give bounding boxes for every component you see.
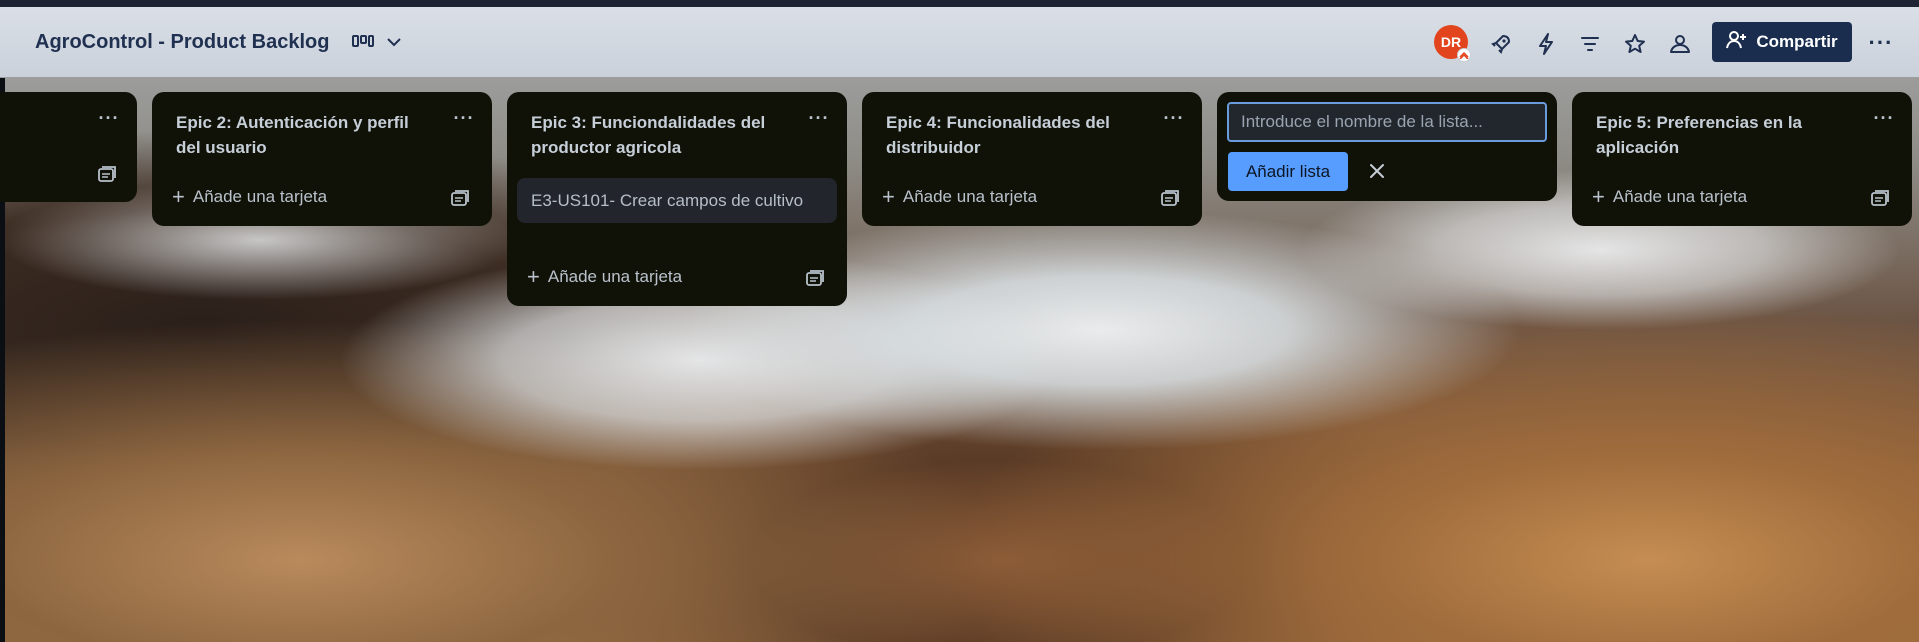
card-template-icon[interactable]: [805, 268, 825, 288]
card-template-icon[interactable]: [1870, 188, 1890, 208]
close-icon[interactable]: [1362, 156, 1392, 186]
window-top-bar: [0, 0, 1919, 7]
admin-badge-icon: [1457, 48, 1471, 62]
workspace-visibility-icon[interactable]: [1667, 31, 1693, 57]
lightning-icon[interactable]: [1533, 31, 1559, 57]
card-template-icon[interactable]: [97, 164, 117, 184]
add-card-label: Añade una tarjeta: [1612, 187, 1748, 206]
list-name-input[interactable]: [1227, 102, 1547, 142]
add-card-label: Añade una tarjeta: [192, 187, 328, 206]
chevron-down-icon[interactable]: [386, 35, 402, 53]
card-template-icon[interactable]: [450, 188, 470, 208]
board-title[interactable]: AgroControl - Product Backlog: [35, 31, 329, 54]
list-menu-button[interactable]: ···: [452, 108, 476, 128]
card-template-icon[interactable]: [1160, 188, 1180, 208]
star-icon[interactable]: [1622, 31, 1648, 57]
board-header: AgroControl - Product Backlog DR Compart…: [0, 7, 1919, 77]
add-card-button[interactable]: + Añade una tarjeta: [882, 182, 1037, 212]
add-card-button[interactable]: + Añade una tarjeta: [1592, 182, 1747, 212]
list-menu-button[interactable]: ···: [807, 108, 831, 128]
rocket-icon[interactable]: [1488, 31, 1514, 57]
card[interactable]: E3-US101- Crear campos de cultivo: [517, 178, 837, 223]
add-card-button[interactable]: + Añade una tarjeta: [527, 262, 682, 292]
add-card-button[interactable]: + Añade una tarjeta: [172, 182, 327, 212]
plus-icon: +: [882, 184, 895, 209]
list-epic-4: Epic 4: Funcionalidades del distribuidor…: [862, 92, 1202, 226]
list-title[interactable]: Epic 3: Funciondalidades del productor a…: [531, 110, 781, 160]
add-user-icon: [1726, 30, 1748, 55]
plus-icon: +: [1592, 184, 1605, 209]
list-menu-button[interactable]: ···: [1872, 108, 1896, 128]
list-epic-2: Epic 2: Autenticación y perfil del usuar…: [152, 92, 492, 226]
board-menu-button[interactable]: ···: [1866, 30, 1896, 55]
share-button-label: Compartir: [1756, 32, 1838, 51]
share-button[interactable]: Compartir: [1712, 22, 1852, 62]
list-title[interactable]: Epic 4: Funcionalidades del distribuidor: [886, 110, 1136, 160]
add-card-label: Añade una tarjeta: [547, 267, 683, 286]
list-title[interactable]: Epic 5: Preferencias en la aplicación: [1596, 110, 1846, 160]
avatar-initials: DR: [1440, 34, 1462, 50]
list-epic-1: ···: [0, 92, 137, 202]
list-menu-button[interactable]: ···: [1162, 108, 1186, 128]
list-epic-5: Epic 5: Preferencias en la aplicación ··…: [1572, 92, 1912, 226]
list-epic-3: Epic 3: Funciondalidades del productor a…: [507, 92, 847, 306]
list-title[interactable]: Epic 2: Autenticación y perfil del usuar…: [176, 110, 426, 160]
filter-icon[interactable]: [1577, 31, 1603, 57]
board-view-icon[interactable]: [352, 34, 374, 55]
view-switcher[interactable]: [352, 29, 402, 59]
plus-icon: +: [172, 184, 185, 209]
plus-icon: +: [527, 264, 540, 289]
list-menu-button[interactable]: ···: [97, 108, 121, 128]
new-list-form: Añadir lista: [1217, 92, 1557, 201]
avatar[interactable]: DR: [1434, 25, 1471, 62]
add-list-button[interactable]: Añadir lista: [1228, 152, 1348, 191]
add-card-label: Añade una tarjeta: [902, 187, 1038, 206]
